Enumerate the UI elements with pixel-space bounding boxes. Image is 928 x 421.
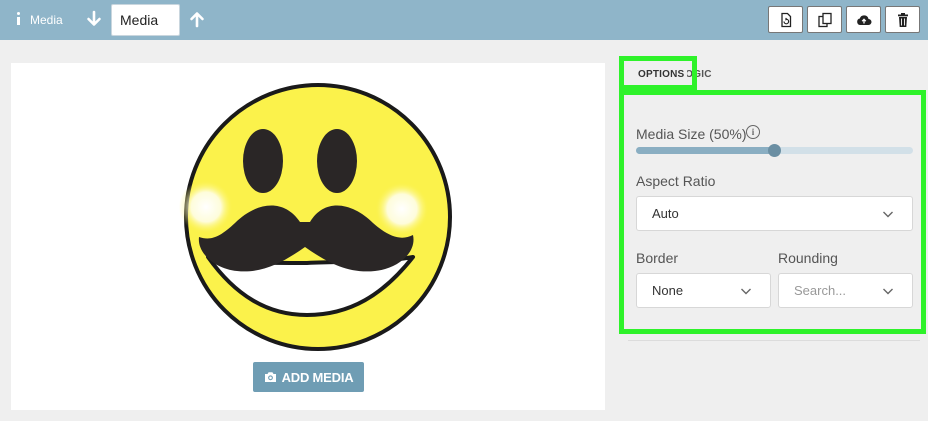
delete-button[interactable] <box>885 6 920 33</box>
smiley-mustache-image[interactable] <box>175 77 460 357</box>
refresh-icon <box>778 12 794 28</box>
move-up-icon[interactable] <box>188 10 206 28</box>
highlight-options-tab <box>619 56 697 90</box>
cloud-upload-icon <box>856 12 872 28</box>
element-name-input[interactable] <box>111 4 180 36</box>
save-cloud-button[interactable] <box>846 6 881 33</box>
toolbar-title: Media <box>30 13 63 27</box>
trash-icon <box>895 12 911 28</box>
duplicate-button[interactable] <box>807 6 842 33</box>
highlight-options-panel <box>619 90 926 334</box>
info-icon[interactable] <box>16 12 22 26</box>
panel-divider <box>628 340 920 341</box>
add-media-button[interactable]: ADD MEDIA <box>253 362 364 392</box>
refresh-button[interactable] <box>768 6 803 33</box>
top-toolbar: Media <box>0 0 928 40</box>
move-down-icon[interactable] <box>85 10 103 28</box>
media-canvas: ADD MEDIA <box>11 63 605 410</box>
copy-icon <box>817 12 833 28</box>
add-media-label: ADD MEDIA <box>281 369 354 385</box>
camera-icon <box>264 371 277 383</box>
